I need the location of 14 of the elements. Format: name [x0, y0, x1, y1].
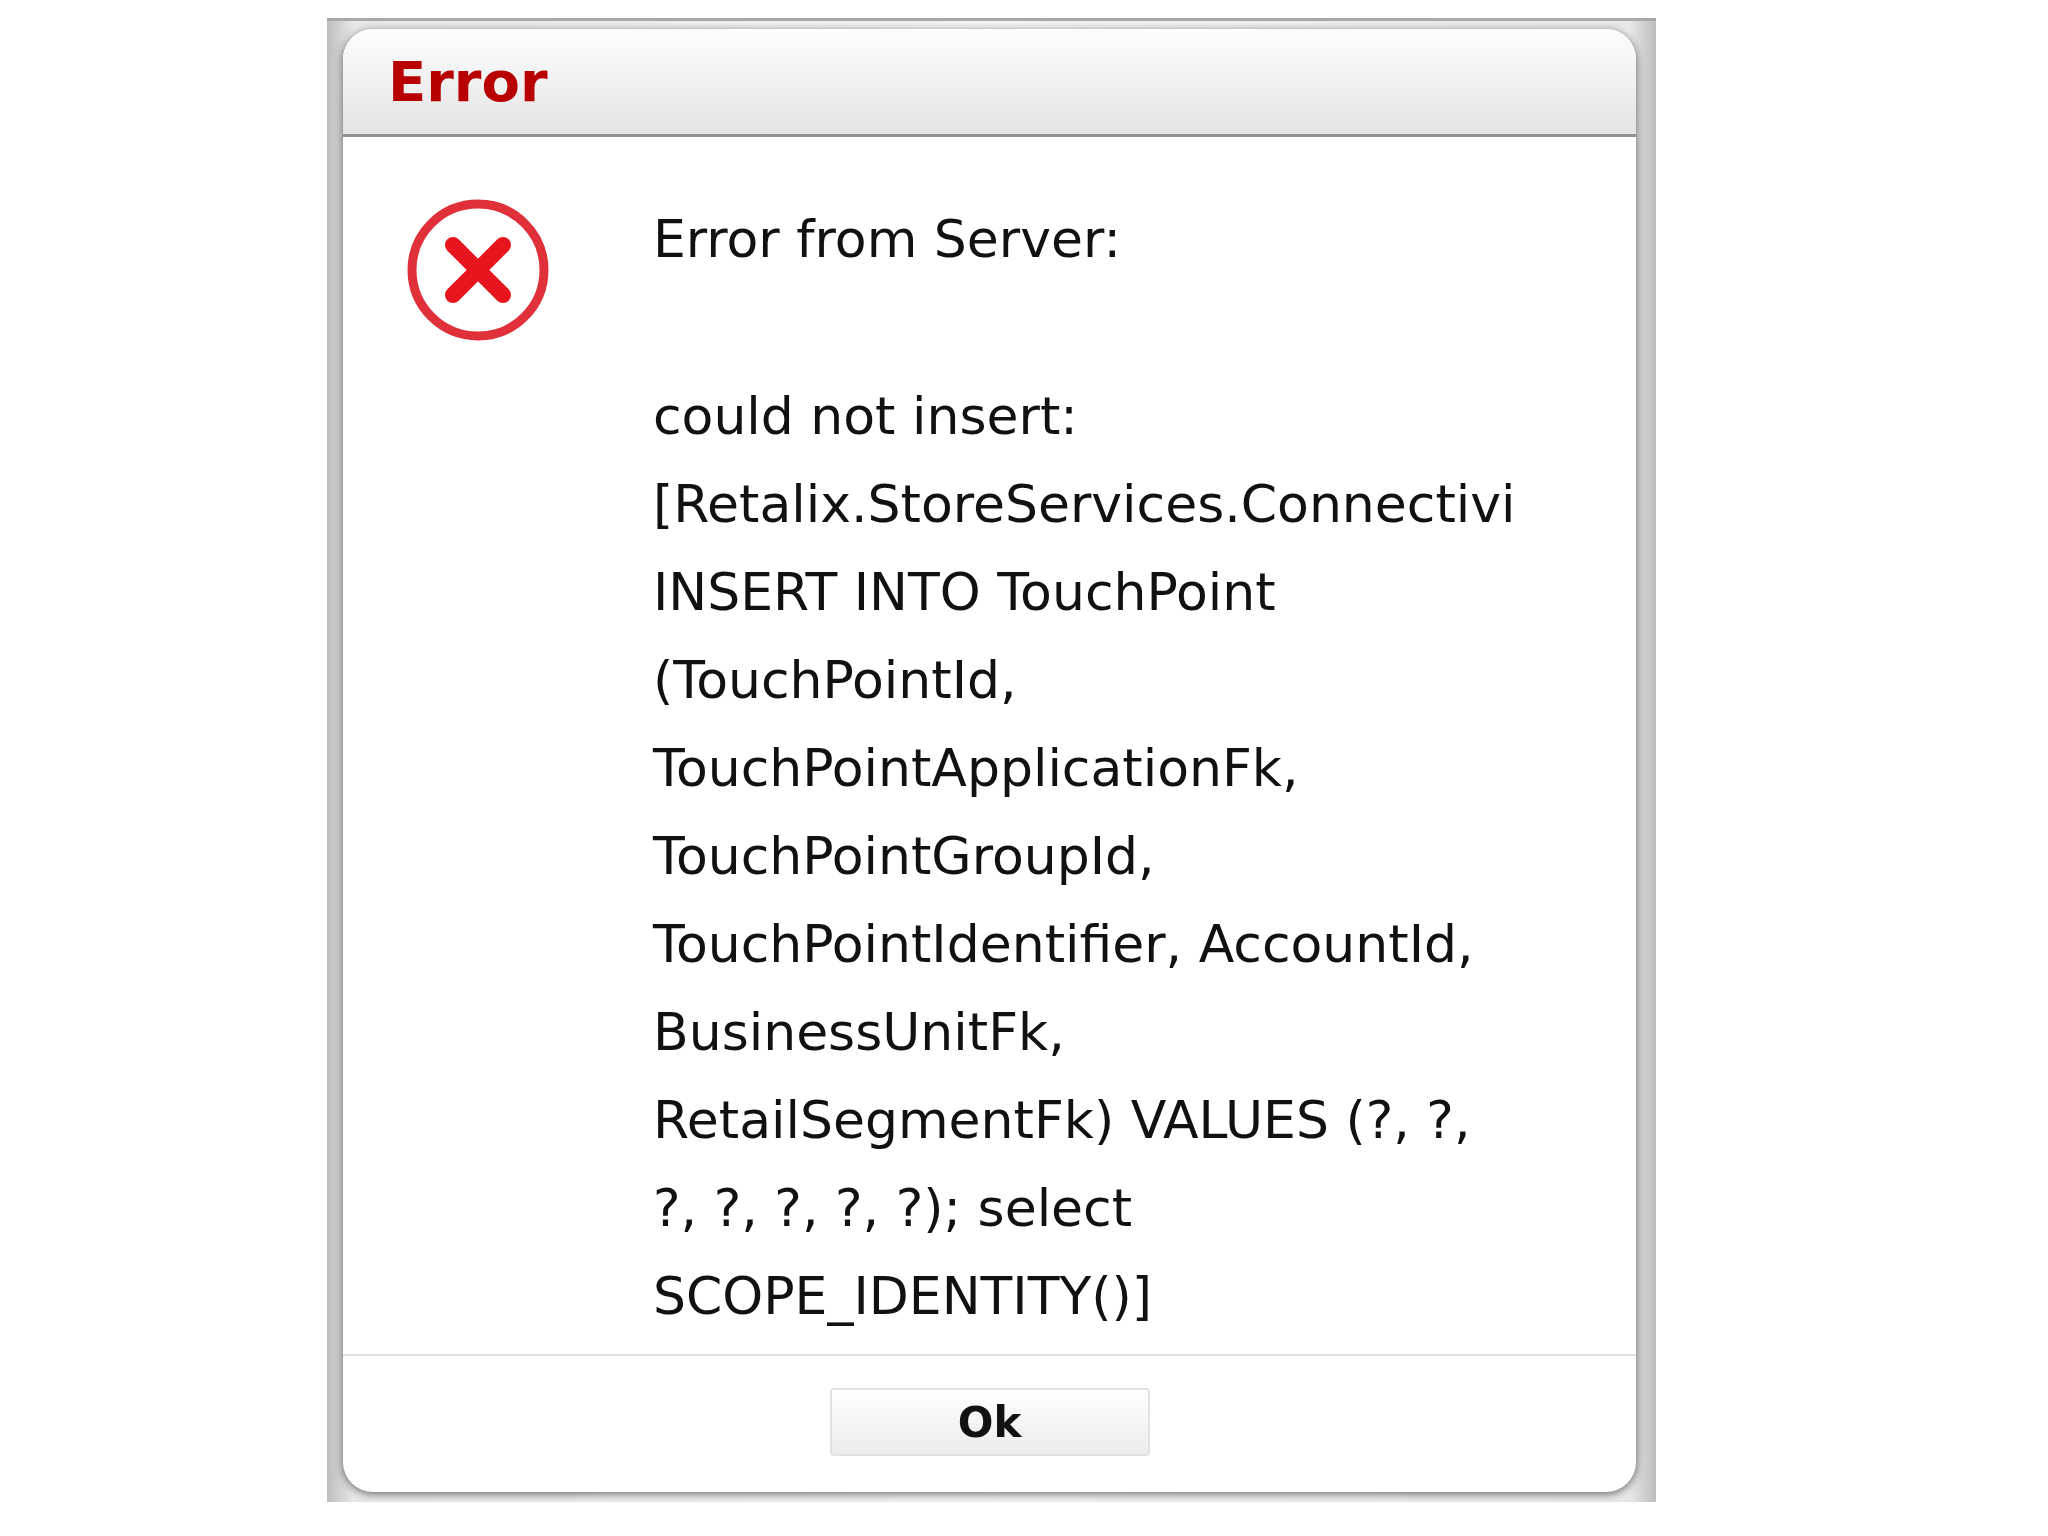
ok-button[interactable]: Ok — [829, 1388, 1150, 1456]
error-message-line: RetailSegmentFk) VALUES (?, ?, — [653, 1089, 1472, 1152]
error-heading: Error from Server: — [653, 208, 1122, 271]
error-message-line: INSERT INTO TouchPoint — [653, 561, 1277, 624]
error-message-line: TouchPointIdentifier, AccountId, — [653, 913, 1475, 976]
error-message-line: TouchPointGroupId, — [653, 825, 1156, 888]
error-message-line: ?, ?, ?, ?, ?); select — [653, 1177, 1134, 1240]
error-message-line: could not insert: — [653, 385, 1079, 448]
error-message-line: SCOPE_IDENTITY()] — [653, 1265, 1154, 1328]
dialog-title: Error — [388, 49, 548, 114]
error-message-line: BusinessUnitFk, — [653, 1001, 1066, 1064]
error-message-line: [Retalix.StoreServices.Connectivi — [653, 473, 1516, 536]
error-message-line: TouchPointApplicationFk, — [653, 737, 1300, 800]
error-message-line: (TouchPointId, — [653, 649, 1018, 712]
